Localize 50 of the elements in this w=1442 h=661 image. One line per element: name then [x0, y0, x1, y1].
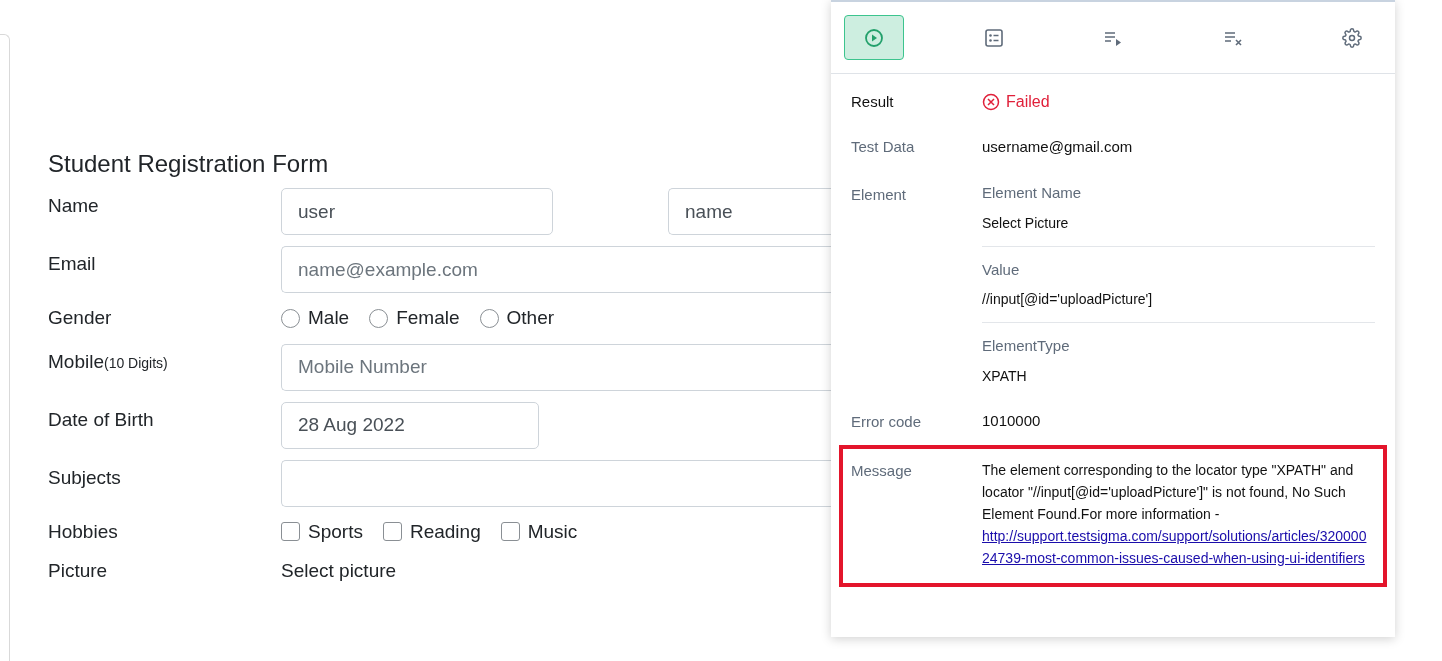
field-label: Hobbies	[48, 520, 118, 542]
field-label: Date of Birth	[48, 408, 154, 430]
radio-button[interactable]	[281, 308, 300, 328]
checkbox[interactable]	[281, 522, 300, 542]
radio-label: Male	[308, 306, 350, 330]
text-field[interactable]	[281, 459, 831, 507]
element-label: Element Name	[982, 183, 1083, 203]
text-field[interactable]: name	[668, 188, 831, 235]
field-label: Name	[48, 195, 99, 216]
checkbox[interactable]	[382, 522, 402, 542]
element-value: //input[@id='uploadPicture']	[982, 290, 1154, 309]
element-label: Value	[982, 259, 1021, 280]
radio-button[interactable]	[369, 308, 389, 328]
checkbox[interactable]	[500, 522, 520, 542]
message-text: The element corresponding to the locator type "XPATH" and locator "//input[@id='uploadPicture']" is not found, No Such Element Found.For more information -	[982, 460, 1355, 524]
row-label: Element	[851, 186, 907, 203]
form-title: Student Registration Form	[48, 149, 329, 179]
text-field[interactable]: Mobile Number	[281, 343, 831, 391]
field-label: Email	[48, 253, 96, 274]
element-label: ElementType	[982, 336, 1071, 356]
field-label: Picture	[48, 560, 108, 581]
checkbox-label: Music	[527, 519, 578, 544]
checkbox-label: Sports	[308, 519, 363, 544]
radio-button[interactable]	[479, 308, 499, 328]
field-label: Subjects	[48, 466, 121, 488]
settings-icon	[1342, 27, 1362, 48]
row-label: Result	[851, 93, 894, 110]
list-icon	[983, 27, 1004, 48]
row-label: Message	[851, 461, 912, 479]
radio-label: Female	[396, 306, 460, 330]
element-value: Select Picture	[982, 213, 1070, 233]
field-label: Mobile	[48, 350, 104, 372]
text-field[interactable]: user	[281, 188, 553, 235]
date-field[interactable]: 28 Aug 2022	[281, 401, 539, 449]
element-value: XPATH	[982, 366, 1028, 386]
play-icon	[864, 27, 884, 48]
error-icon	[982, 93, 1000, 111]
row-value: username@gmail.com	[982, 136, 1133, 157]
field-note: (10 Digits)	[104, 354, 168, 371]
row-label: Error code	[851, 412, 922, 430]
row-label: Test Data	[851, 138, 915, 155]
radio-label: Other	[506, 306, 555, 330]
field-label: Gender	[48, 307, 112, 328]
row-value: 1010000	[982, 411, 1041, 432]
file-picker[interactable]: Select picture	[281, 557, 397, 586]
status-text: Failed	[1006, 92, 1050, 112]
help-link[interactable]: http://support.testsigma.com/support/solutions/articles/32000024739-most-common-issues-caused-when-using-ui-identifiers	[982, 524, 1374, 569]
checkbox-label: Reading	[409, 519, 481, 544]
text-field[interactable]: name@example.com	[281, 246, 831, 293]
toolbar-tab[interactable]	[844, 15, 904, 60]
